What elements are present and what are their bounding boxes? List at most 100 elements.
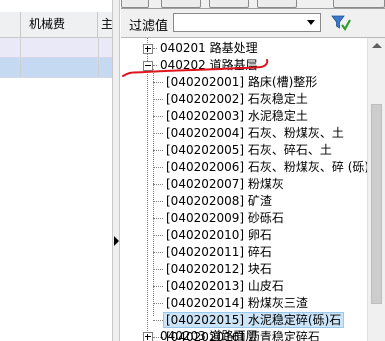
tree-connector	[153, 184, 163, 185]
tree-node-name: 粉煤灰三渣	[247, 296, 308, 310]
tree-node-040202012[interactable]: [040202012] 块石	[164, 261, 274, 278]
tree-connector	[153, 133, 163, 134]
tree-node-code: [040202007]	[166, 177, 245, 191]
splitter-bar[interactable]	[112, 0, 120, 341]
tree-connector	[153, 269, 163, 270]
tree-connector	[153, 116, 163, 117]
tree-node-label: [040202014] 粉煤灰三渣	[164, 296, 310, 310]
tree-node-label: [040202004] 石灰、粉煤灰、土	[164, 126, 346, 140]
tree-node-label: [040202015] 水泥稳定碎(砾)石	[162, 312, 345, 328]
tree-node-label: [040202007] 粉煤灰	[164, 177, 286, 191]
tree-node-name: 山皮石	[247, 279, 284, 293]
table-row-selected[interactable]	[0, 58, 112, 78]
toolbar-button[interactable]	[161, 0, 201, 8]
toolbar-button[interactable]	[333, 0, 385, 8]
tree-node-label: 040203 道路面层	[160, 329, 258, 341]
tree-connector	[153, 69, 154, 316]
tree-node-040202013[interactable]: [040202013] 山皮石	[164, 278, 286, 295]
filter-apply-icon[interactable]	[331, 14, 351, 32]
chevron-down-icon[interactable]	[303, 14, 320, 31]
tree-node-label: [040202011] 碎石	[164, 245, 274, 259]
tree-node-label: [040202013] 山皮石	[164, 279, 286, 293]
column-separator	[20, 58, 21, 77]
tree-scrollbar[interactable]	[367, 38, 385, 341]
table-header: 机械费 主	[0, 12, 112, 38]
tree-node-040202011[interactable]: [040202011] 碎石	[164, 244, 274, 261]
tree-node-label: [040202005] 石灰、碎石、土	[164, 143, 334, 157]
category-tree: 040201 路基处理 040202 道路基层 [040202001] 路床(槽…	[121, 38, 367, 341]
tree-connector	[153, 150, 163, 151]
tree-node-040202010[interactable]: [040202010] 卵石	[164, 227, 274, 244]
filter-combobox[interactable]	[173, 13, 321, 32]
column-separator	[20, 38, 21, 57]
filter-bar: 过滤值	[121, 9, 385, 38]
scroll-up-icon[interactable]	[372, 43, 382, 48]
tree-node-code: [040202010]	[166, 228, 245, 242]
tree-node-code: [040202004]	[166, 126, 245, 140]
tree-node-code: [040202014]	[166, 296, 245, 310]
tree-connector	[153, 320, 163, 321]
header-cell-machinery-cost[interactable]: 机械费	[21, 12, 98, 37]
left-table-panel: 机械费 主	[0, 0, 112, 341]
table-row[interactable]	[0, 38, 112, 58]
right-tree-panel: 过滤值 040201 路基处理 040202 道路基层 [040202001] …	[121, 0, 385, 341]
tree-node-040202007[interactable]: [040202007] 粉煤灰	[164, 176, 286, 193]
tree-node-040202003[interactable]: [040202003] 水泥稳定土	[164, 108, 310, 125]
tree-node-code: [040202003]	[166, 109, 245, 123]
tree-connector	[153, 286, 163, 287]
tree-node-name: 石灰、粉煤灰、土	[247, 126, 344, 140]
tree-node-code: [040202015]	[166, 313, 245, 327]
tree-connector	[153, 303, 163, 304]
tree-node-name: 石灰、碎石、土	[247, 143, 332, 157]
tree-node-040203[interactable]: 040203 道路面层	[158, 328, 260, 341]
tree-node-040202009[interactable]: [040202009] 砂砾石	[164, 210, 286, 227]
tree-node-code: [040202012]	[166, 262, 245, 276]
tree-connector	[153, 252, 163, 253]
tree-node-name: 水泥稳定碎(砾)石	[247, 313, 342, 327]
tree-connector	[153, 99, 163, 100]
toolbar-button[interactable]	[209, 0, 249, 8]
tree-node-040202008[interactable]: [040202008] 矿渣	[164, 193, 274, 210]
tree-node-040202005[interactable]: [040202005] 石灰、碎石、土	[164, 142, 334, 159]
tree-node-040202006[interactable]: [040202006] 石灰、粉煤灰、碎 (砾)石	[164, 159, 367, 176]
expand-icon[interactable]	[143, 332, 153, 341]
tree-node-code: [040202011]	[166, 245, 245, 259]
header-cell-blank[interactable]	[0, 12, 21, 37]
tree-node-name: 砂砾石	[247, 211, 284, 225]
tree-node-label: [040202003] 水泥稳定土	[164, 109, 310, 123]
tree-node-label: [040202008] 矿渣	[164, 194, 274, 208]
red-underline-annotation	[122, 59, 269, 77]
column-separator	[98, 58, 99, 77]
splitter-arrow-icon[interactable]	[114, 236, 119, 246]
tree-connector	[153, 218, 163, 219]
tree-node-label: [040202010] 卵石	[164, 228, 274, 242]
tree-node-040202014[interactable]: [040202014] 粉煤灰三渣	[164, 295, 310, 312]
scroll-thumb[interactable]	[371, 104, 382, 304]
tree-connector	[153, 235, 163, 236]
tree-node-name: 块石	[247, 262, 272, 276]
toolbar-button[interactable]	[121, 0, 149, 8]
tree-node-code: [040202005]	[166, 143, 245, 157]
filter-label: 过滤值	[129, 19, 169, 34]
tree-node-code: [040202013]	[166, 279, 245, 293]
tree-node-code: [040202006]	[166, 160, 245, 174]
tree-node-name: 水泥稳定土	[247, 109, 308, 123]
tree-node-name: 矿渣	[247, 194, 272, 208]
toolbar	[121, 0, 385, 9]
tree-node-name: 碎石	[247, 245, 272, 259]
tree-connector	[153, 201, 163, 202]
tree-node-name: 卵石	[247, 228, 272, 242]
tree-node-label: [040202009] 砂砾石	[164, 211, 286, 225]
tree-node-code: [040202008]	[166, 194, 245, 208]
tree-node-code: [040202009]	[166, 211, 245, 225]
toolbar-button[interactable]	[257, 0, 297, 8]
tree-node-name: 粉煤灰	[247, 177, 284, 191]
tree-node-label: [040202006] 石灰、粉煤灰、碎 (砾)石	[164, 160, 367, 174]
tree-connector	[153, 167, 163, 168]
header-cell-main[interactable]: 主	[99, 12, 112, 37]
tree-node-040202004[interactable]: [040202004] 石灰、粉煤灰、土	[164, 125, 346, 142]
tree-node-040202015[interactable]: [040202015] 水泥稳定碎(砾)石	[162, 312, 345, 329]
column-separator	[98, 38, 99, 57]
tree-node-label: [040202012] 块石	[164, 262, 274, 276]
tree-node-name: 石灰、粉煤灰、碎 (砾)石	[247, 160, 367, 174]
